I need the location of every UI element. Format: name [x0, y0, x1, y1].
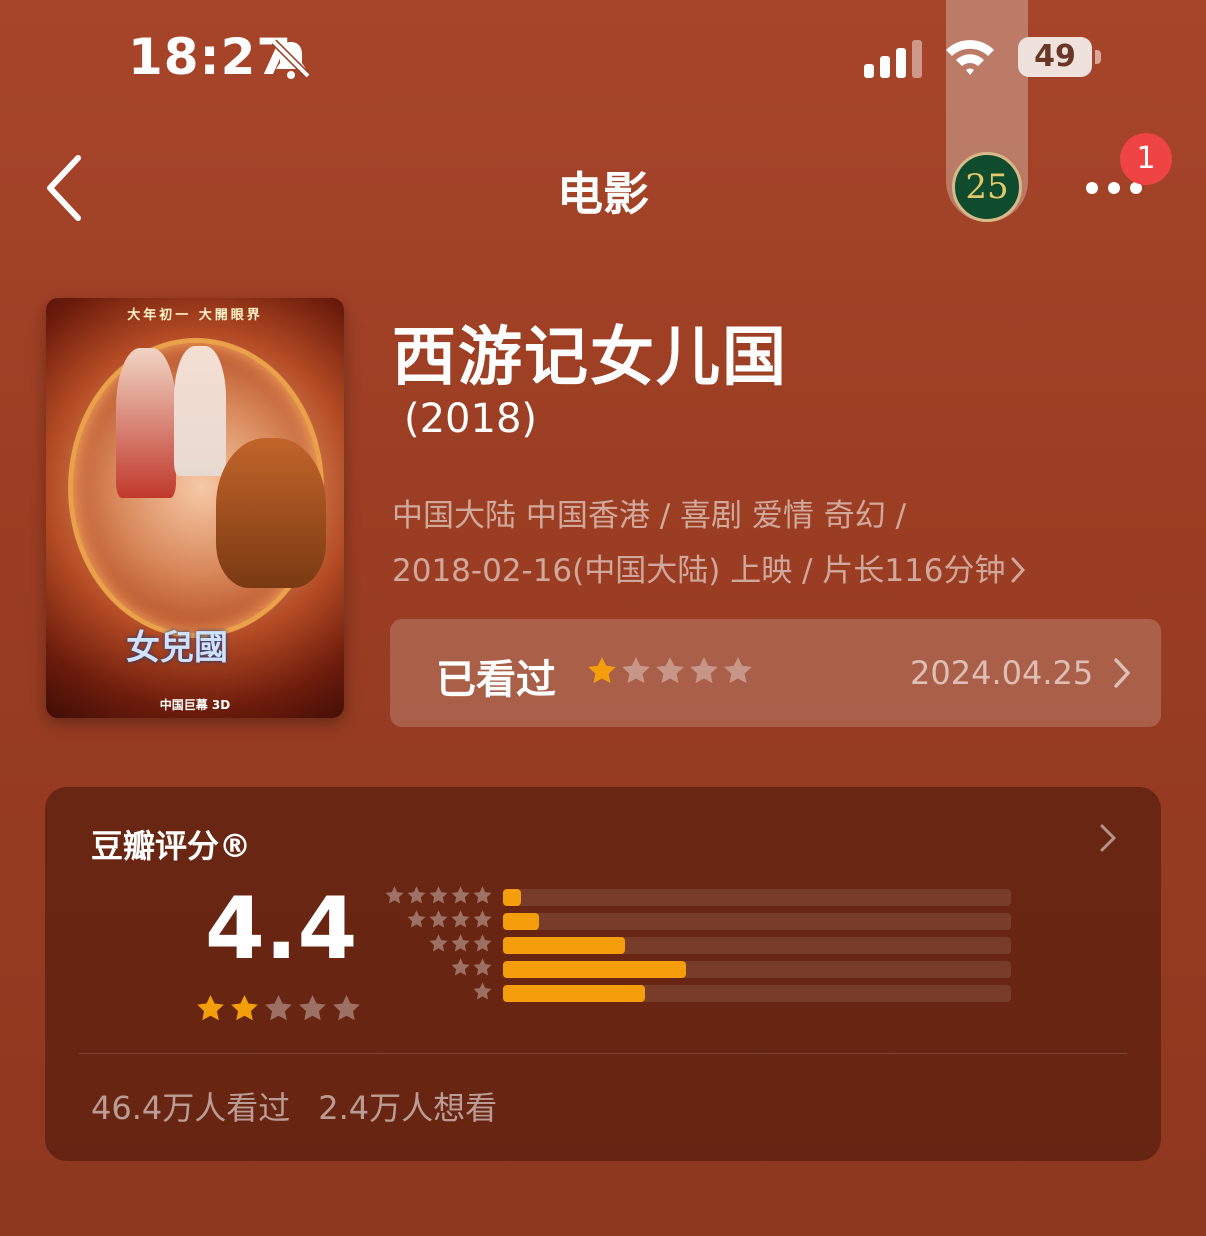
distribution-row-2-stars — [383, 957, 1013, 981]
battery-icon: 49 — [1018, 37, 1102, 77]
poster-logo: 女兒國 — [126, 628, 228, 668]
douban-rating-card[interactable]: 豆瓣评分® 4.4 46.4万人看过 2.4万人想看 — [45, 787, 1161, 1161]
star-icon — [473, 982, 492, 1000]
star-icon — [451, 958, 470, 976]
rating-score: 4.4 — [205, 879, 358, 979]
movie-meta-line2[interactable]: 2018-02-16(中国大陆) 上映 / 片长116分钟 — [392, 545, 1026, 590]
wifi-icon — [946, 40, 994, 75]
star-icon — [407, 910, 426, 928]
star-icon — [473, 886, 492, 904]
distribution-track — [503, 961, 1011, 978]
distribution-bar — [503, 961, 686, 978]
movie-meta-line1: 中国大陆 中国香港 / 喜剧 爱情 奇幻 / — [392, 498, 907, 534]
star-icon — [473, 910, 492, 928]
movie-title: 西游记女儿国 — [392, 321, 788, 395]
star-icon — [622, 657, 650, 684]
movie-poster[interactable]: 大年初一 大開眼界 女兒國 中国巨幕 3D — [46, 298, 344, 718]
distribution-bar — [503, 985, 646, 1002]
notification-badge[interactable]: 1 — [1120, 133, 1172, 185]
distribution-row-4-stars — [383, 909, 1013, 933]
chevron-right-icon[interactable] — [1099, 823, 1117, 853]
distribution-row-1-stars — [383, 981, 1013, 1005]
distribution-track — [503, 889, 1011, 906]
bell-slash-icon — [271, 39, 311, 79]
star-icon — [451, 886, 470, 904]
distribution-track — [503, 913, 1011, 930]
movie-meta-line2-text: 2018-02-16(中国大陆) 上映 / 片长116分钟 — [392, 553, 1006, 589]
want-count[interactable]: 2.4万人想看 — [318, 1089, 497, 1127]
distribution-bar — [503, 937, 625, 954]
watched-date: 2024.04.25 — [910, 654, 1094, 692]
page-title: 电影 — [557, 167, 649, 221]
distribution-bar — [503, 889, 521, 906]
signal-icon — [864, 40, 922, 78]
rating-score-stars — [195, 993, 362, 1024]
star-icon — [690, 657, 718, 684]
distribution-track — [503, 985, 1011, 1002]
star-icon — [197, 994, 224, 1021]
star-icon — [451, 910, 470, 928]
distribution-track — [503, 937, 1011, 954]
chevron-right-icon — [1114, 658, 1131, 688]
star-icon — [299, 994, 326, 1021]
divider — [79, 1053, 1127, 1054]
rating-title: 豆瓣评分® — [91, 827, 252, 865]
star-icon — [231, 994, 258, 1021]
poster-format: 中国巨幕 3D — [159, 698, 231, 712]
star-icon — [429, 886, 448, 904]
star-icon — [656, 657, 684, 684]
star-icon — [265, 994, 292, 1021]
star-icon — [429, 910, 448, 928]
star-icon — [429, 934, 448, 952]
star-icon — [588, 657, 616, 684]
star-icon — [451, 934, 470, 952]
star-icon — [724, 657, 752, 684]
star-icon — [473, 934, 492, 952]
my-rating-stars — [586, 655, 754, 689]
distribution-row-5-stars — [383, 885, 1013, 909]
star-icon — [385, 886, 404, 904]
rating-distribution — [383, 885, 1013, 1015]
anniversary-badge[interactable]: 25 — [952, 152, 1022, 222]
distribution-row-3-stars — [383, 933, 1013, 957]
chevron-right-icon — [1011, 557, 1025, 583]
rating-counts: 46.4万人看过 2.4万人想看 — [91, 1083, 497, 1129]
movie-year: (2018) — [404, 396, 538, 442]
star-icon — [333, 994, 360, 1021]
poster-tagline: 大年初一 大開眼界 — [127, 308, 263, 323]
watched-count[interactable]: 46.4万人看过 — [91, 1089, 290, 1127]
star-icon — [407, 886, 426, 904]
battery-level: 49 — [1018, 37, 1092, 77]
star-icon — [473, 958, 492, 976]
watched-label: 已看过 — [436, 657, 556, 703]
my-rating-card[interactable]: 已看过 2024.04.25 — [390, 619, 1161, 727]
distribution-bar — [503, 913, 539, 930]
